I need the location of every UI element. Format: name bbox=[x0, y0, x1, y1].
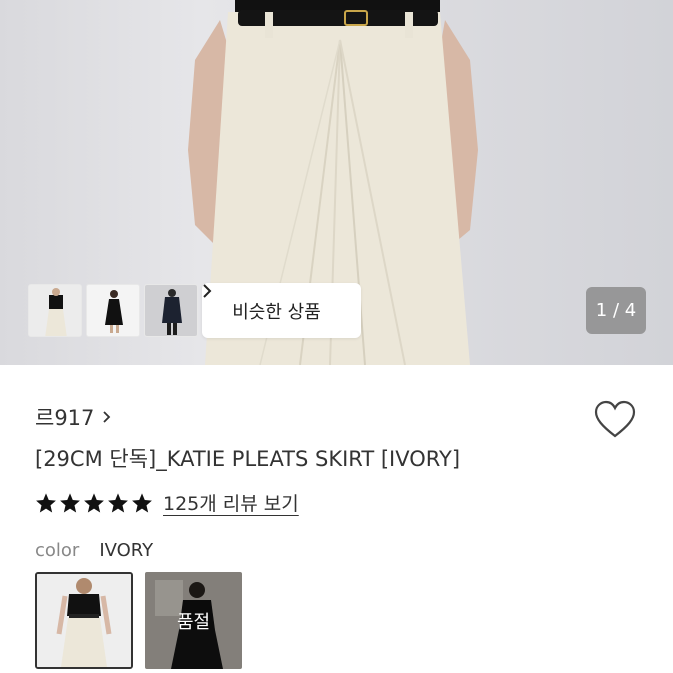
product-main-image[interactable]: 비슷한 상품 1 / 4 bbox=[0, 0, 673, 365]
similar-products-label: 비슷한 상품 bbox=[232, 301, 321, 323]
color-label: color bbox=[35, 540, 80, 561]
color-option-ivory[interactable] bbox=[35, 572, 133, 669]
image-counter: 1 / 4 bbox=[586, 287, 646, 334]
color-option-sold-out[interactable]: 품절 bbox=[145, 572, 242, 669]
review-link[interactable]: 125개 리뷰 보기 bbox=[163, 489, 299, 516]
rating-row: 125개 리뷰 보기 bbox=[35, 489, 299, 516]
thumbnail-1[interactable] bbox=[28, 284, 82, 337]
ivory-option-image bbox=[37, 574, 131, 667]
wishlist-heart-icon[interactable] bbox=[594, 400, 636, 440]
star-icon bbox=[36, 492, 56, 512]
brand-link[interactable]: 르917 bbox=[35, 402, 111, 432]
star-icon bbox=[84, 492, 104, 512]
thumbnail-3[interactable] bbox=[144, 284, 198, 337]
color-row: color IVORY bbox=[35, 540, 153, 561]
chevron-right-icon bbox=[102, 405, 111, 429]
thumbnail-2[interactable] bbox=[86, 284, 140, 337]
rating-stars bbox=[35, 492, 153, 514]
sold-out-label: 품절 bbox=[176, 611, 211, 633]
star-icon bbox=[108, 492, 128, 512]
brand-name: 르917 bbox=[35, 406, 95, 430]
color-value: IVORY bbox=[99, 540, 154, 561]
similar-products-button[interactable]: 비슷한 상품 bbox=[202, 283, 361, 338]
star-icon bbox=[132, 492, 152, 512]
product-title: [29CM 단독]_KATIE PLEATS SKIRT [IVORY] bbox=[35, 447, 461, 471]
sold-out-overlay: 품절 bbox=[145, 572, 242, 669]
star-icon bbox=[60, 492, 80, 512]
